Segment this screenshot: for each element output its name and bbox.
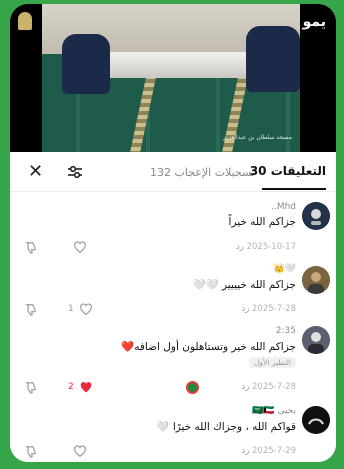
tab-comments-label: التعليقات: [270, 164, 326, 178]
comment-username[interactable]: يحيى 🇸🇦🇰🇼: [252, 406, 296, 416]
comment-item: 2:35 جزاكم الله خير وتستاهلون أول اضافه❤…: [10, 324, 336, 400]
dislike-icon[interactable]: [24, 444, 38, 458]
comment-username[interactable]: 2:35: [276, 326, 296, 336]
comment-text: جزاكم الله خيييير 🤍🤍: [192, 279, 296, 291]
comment-text: جزاكم الله خيراً: [228, 216, 296, 228]
tab-likes-count: 132: [150, 166, 171, 179]
like-button[interactable]: 1: [68, 302, 93, 315]
tab-active-indicator: [262, 188, 326, 190]
reply-button[interactable]: رد: [236, 242, 244, 252]
comment-item: يحيى 🇸🇦🇰🇼 قواكم الله ، وجزاك الله خيرًا …: [10, 404, 336, 462]
comments-header: ✕ تسجيلات الإعجاب 132 التعليقات 30: [10, 152, 336, 192]
comment-text: جزاكم الله خير وتستاهلون أول اضافه❤️: [121, 341, 296, 353]
heart-filled-icon: [80, 382, 91, 393]
like-button[interactable]: 2: [68, 380, 93, 393]
video-player[interactable]: ‫مسجد سلطان بن عبدالعزيز‬ يمو: [10, 4, 336, 152]
comment-item: 🤍👑 جزاكم الله خيييير 🤍🤍 2025-7-28 رد 1: [10, 262, 336, 322]
video-frame: ‫مسجد سلطان بن عبدالعزيز‬: [42, 4, 300, 152]
heart-icon: [79, 303, 92, 315]
comment-username[interactable]: Mhd..: [271, 202, 296, 212]
video-person-right: [246, 26, 300, 92]
comment-meta: 2025-10-17 رد: [222, 242, 296, 252]
video-person-left: [62, 34, 110, 94]
like-button[interactable]: [68, 240, 87, 253]
tab-comments[interactable]: التعليقات 30: [250, 164, 326, 178]
filter-icon[interactable]: [65, 162, 85, 182]
comment-meta: 2025-7-28 رد: [227, 304, 296, 314]
comment-date: 2025-7-28: [252, 304, 296, 314]
dislike-icon[interactable]: [24, 302, 38, 316]
comments-sheet: ✕ تسجيلات الإعجاب 132 التعليقات 30 Mhd..…: [10, 152, 336, 462]
avatar[interactable]: [302, 326, 330, 354]
comment-meta: 2025-7-29 رد: [227, 446, 296, 456]
dislike-icon[interactable]: [24, 380, 38, 394]
comment-item: Mhd.. جزاكم الله خيراً 2025-10-17 رد: [10, 200, 336, 258]
close-icon[interactable]: ✕: [28, 162, 43, 182]
dislike-icon[interactable]: [24, 240, 38, 254]
tab-likes-label: تسجيلات الإعجاب: [174, 166, 255, 179]
creator-avatar-icon: [186, 381, 199, 394]
comment-date: 2025-7-28: [252, 382, 296, 392]
reply-button[interactable]: رد: [241, 304, 249, 314]
reply-button[interactable]: رد: [241, 382, 249, 392]
mosque-logo-icon: [18, 12, 32, 30]
like-count: 1: [68, 303, 74, 314]
phone-screen: ‫مسجد سلطان بن عبدالعزيز‬ يمو ✕ تسجيلات …: [10, 4, 336, 462]
tab-comments-count: 30: [249, 164, 267, 178]
pinned-badge: التطير الأول: [248, 357, 296, 368]
like-count: 2: [68, 381, 74, 392]
avatar[interactable]: [302, 266, 330, 294]
heart-icon: [74, 445, 86, 457]
heart-icon: [74, 241, 86, 253]
comment-username[interactable]: 🤍👑: [274, 264, 296, 274]
comment-date: 2025-10-17: [246, 242, 296, 252]
reply-button[interactable]: رد: [241, 446, 249, 456]
video-caption-line: ‫مسجد سلطان بن عبدالعزيز‬: [223, 134, 292, 141]
tab-likes[interactable]: تسجيلات الإعجاب 132: [150, 166, 255, 179]
comment-meta: 2025-7-28 رد: [227, 382, 296, 392]
video-watermark: يمو: [302, 14, 326, 30]
comment-date: 2025-7-29: [252, 446, 296, 456]
video-caption: ‫مسجد سلطان بن عبدالعزيز‬: [223, 134, 292, 142]
avatar[interactable]: [302, 406, 330, 434]
comment-text: قواكم الله ، وجزاك الله خيرًا 🤍: [156, 421, 296, 433]
like-button[interactable]: [68, 444, 87, 457]
avatar[interactable]: [302, 202, 330, 230]
